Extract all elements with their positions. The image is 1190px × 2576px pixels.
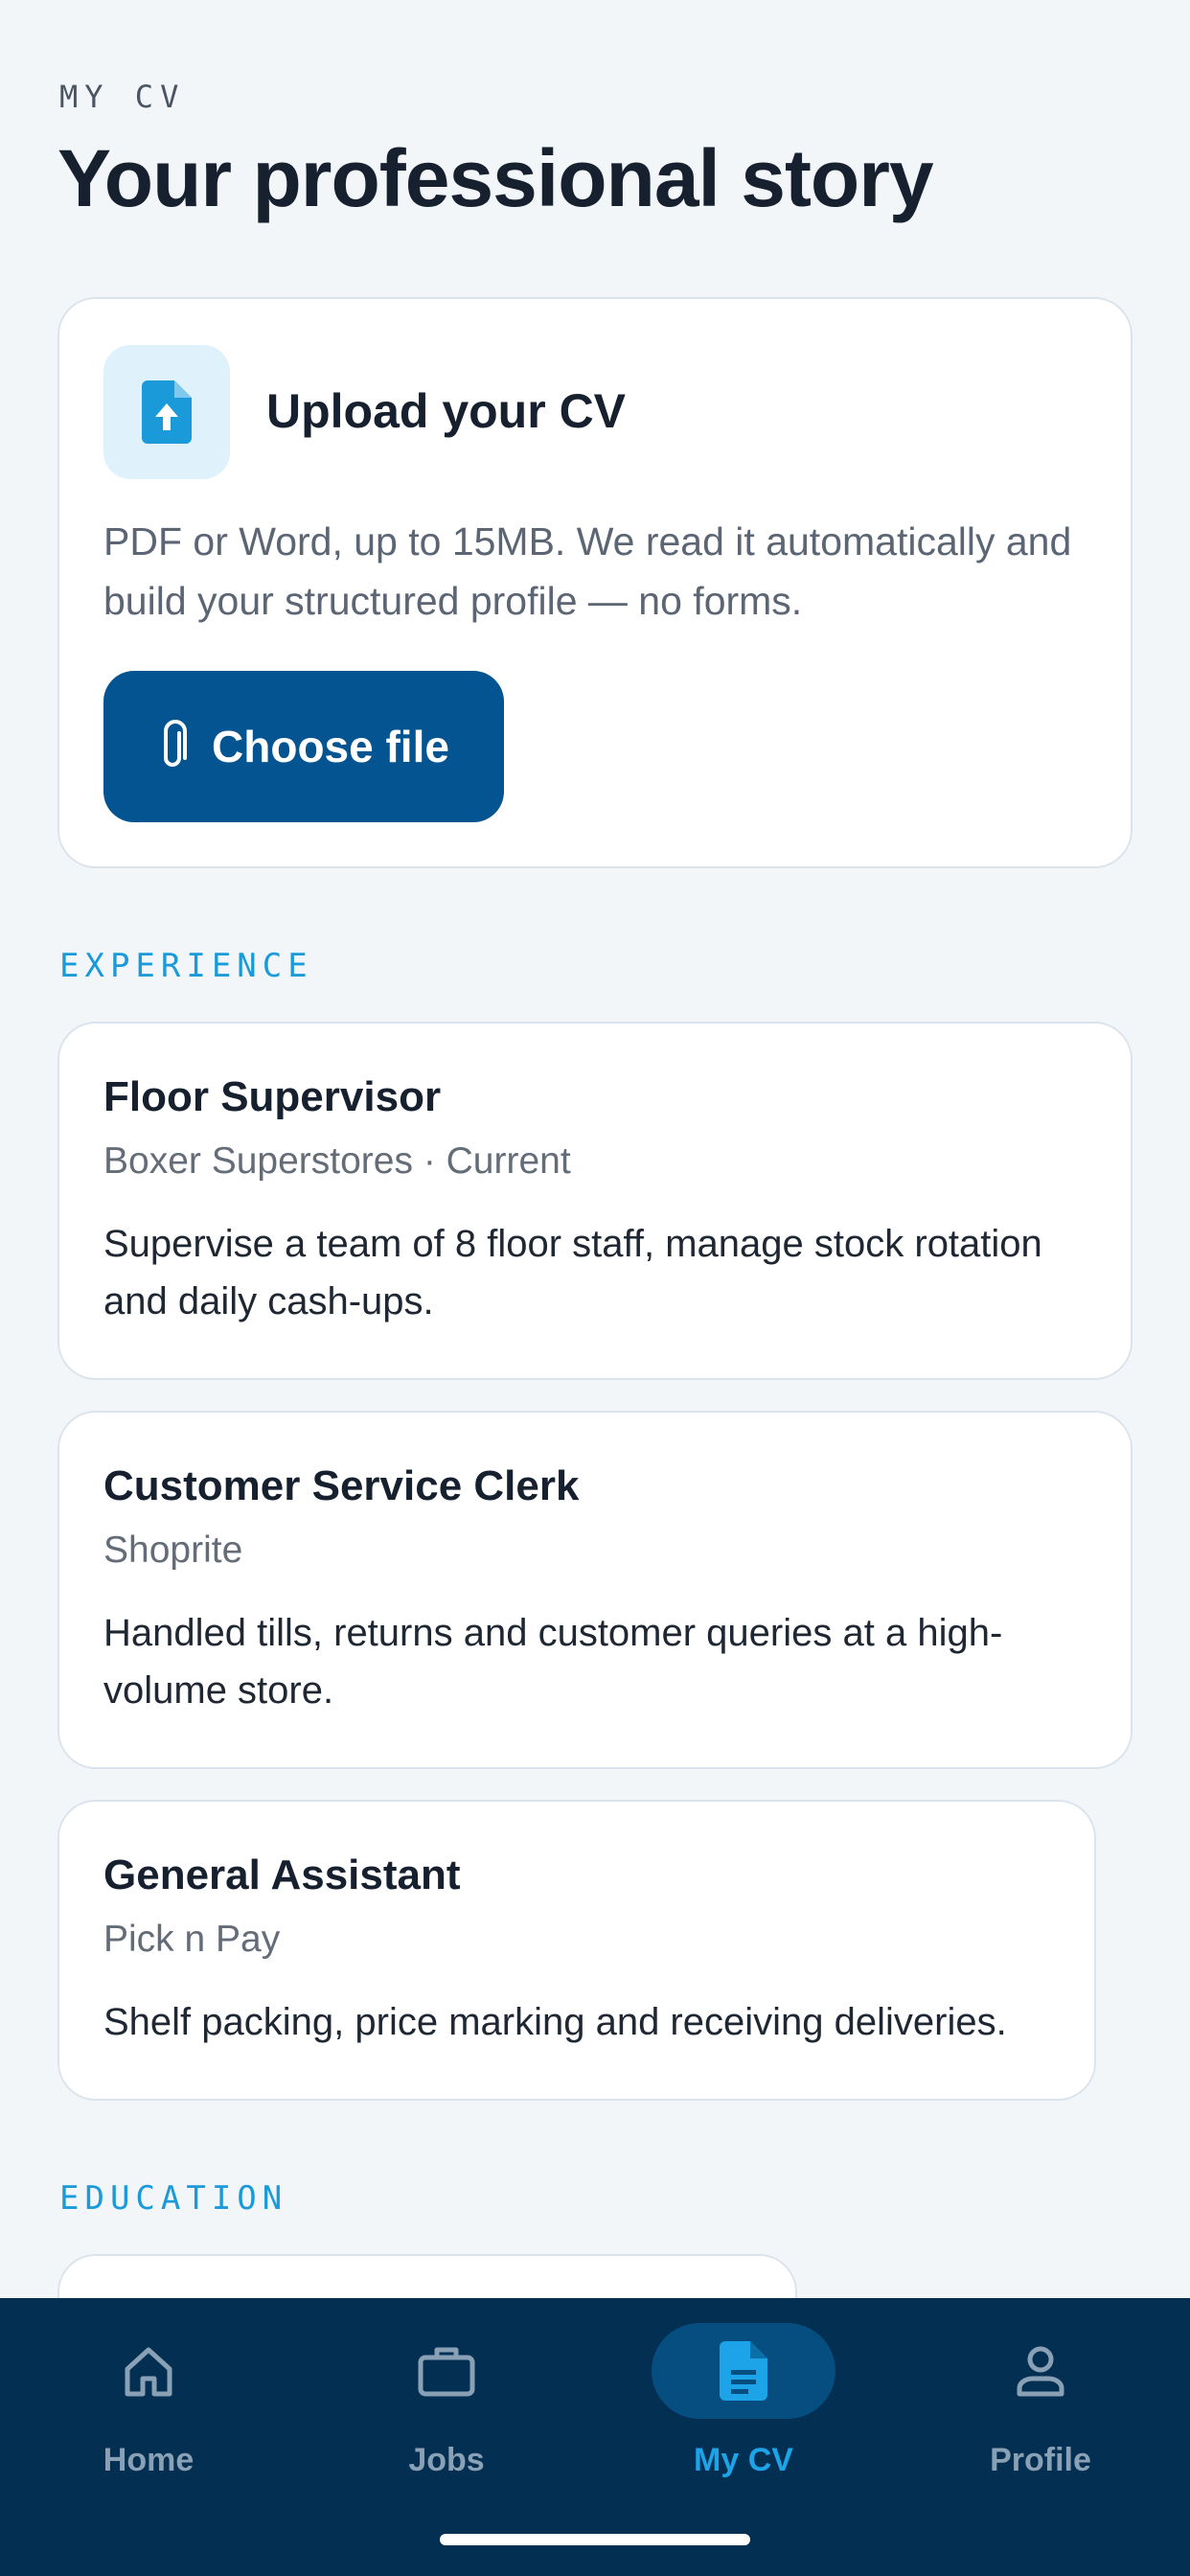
experience-company: Boxer Superstores · Current bbox=[103, 1140, 571, 1182]
experience-card[interactable]: Floor Supervisor Boxer Superstores · Cur… bbox=[57, 1022, 1133, 1380]
experience-description: Shelf packing, price marking and receivi… bbox=[103, 2001, 1007, 2043]
experience-card[interactable]: General Assistant Pick n Pay Shelf packi… bbox=[57, 1800, 1096, 2101]
nav-item-my-cv[interactable]: My CV bbox=[600, 2298, 887, 2518]
briefcase-icon bbox=[418, 2347, 475, 2397]
experience-company: Shoprite bbox=[103, 1530, 243, 1571]
page-title: Your professional story bbox=[57, 133, 934, 223]
nav-item-jobs[interactable]: Jobs bbox=[303, 2298, 590, 2518]
paperclip-icon bbox=[164, 720, 188, 767]
experience-card[interactable]: Customer Service Clerk Shoprite Handled … bbox=[57, 1411, 1133, 1769]
experience-section-label: EXPERIENCE bbox=[59, 947, 313, 985]
nav-item-profile[interactable]: Profile bbox=[897, 2298, 1184, 2518]
document-icon bbox=[720, 2341, 767, 2401]
experience-role: Customer Service Clerk bbox=[103, 1462, 580, 1509]
nav-item-home[interactable]: Home bbox=[5, 2298, 292, 2518]
nav-label-my-cv: My CV bbox=[694, 2442, 793, 2478]
experience-role: General Assistant bbox=[103, 1852, 461, 1898]
experience-description: Handled tills, returns and customer quer… bbox=[103, 1612, 1003, 1712]
person-icon bbox=[1017, 2346, 1064, 2397]
file-upload-icon bbox=[103, 345, 230, 479]
education-section-label: EDUCATION bbox=[59, 2179, 288, 2218]
home-icon bbox=[125, 2347, 172, 2397]
nav-label-home: Home bbox=[103, 2442, 195, 2478]
experience-company: Pick n Pay bbox=[103, 1919, 281, 1960]
experience-description: Supervise a team of 8 floor staff, manag… bbox=[103, 1223, 1042, 1322]
upload-cv-card: Upload your CV PDF or Word, up to 15MB. … bbox=[57, 297, 1133, 868]
experience-role: Floor Supervisor bbox=[103, 1073, 442, 1120]
nav-label-profile: Profile bbox=[990, 2442, 1091, 2478]
choose-file-button[interactable]: Choose file bbox=[103, 671, 504, 822]
upload-description: PDF or Word, up to 15MB. We read it auto… bbox=[103, 519, 1072, 623]
upload-title: Upload your CV bbox=[266, 384, 627, 438]
home-indicator[interactable] bbox=[440, 2534, 750, 2545]
page-eyebrow: MY CV bbox=[59, 79, 186, 115]
nav-label-jobs: Jobs bbox=[408, 2442, 485, 2478]
choose-file-label: Choose file bbox=[212, 722, 449, 771]
